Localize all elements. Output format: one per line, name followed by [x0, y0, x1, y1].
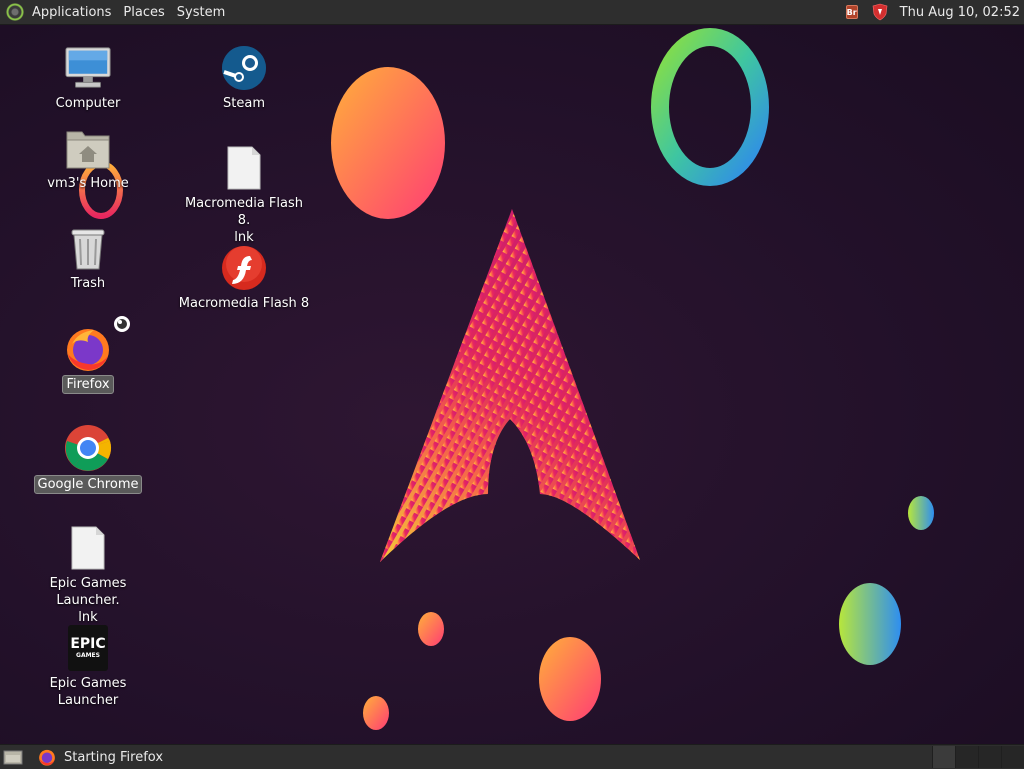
- workspace-3[interactable]: [978, 746, 1001, 768]
- desktop-icon-google-chrome[interactable]: Google Chrome: [18, 424, 158, 494]
- taskbar-task-firefox[interactable]: Starting Firefox: [38, 748, 163, 766]
- clock[interactable]: Thu Aug 10, 02:52: [896, 5, 1024, 20]
- workspace-4[interactable]: [1001, 746, 1024, 768]
- places-menu-label: Places: [123, 4, 165, 20]
- applications-menu-label: Applications: [32, 4, 112, 20]
- firefox-icon: [39, 749, 55, 766]
- tray-app-icon[interactable]: Br: [845, 4, 864, 20]
- file-icon: [64, 524, 112, 572]
- mate-logo-icon: [6, 3, 24, 21]
- steam-icon: [220, 44, 268, 92]
- desktop-icon-steam[interactable]: Steam: [174, 44, 314, 112]
- tray-app-badge: Br: [845, 5, 858, 19]
- desktop-icon-home[interactable]: vm3's Home: [18, 124, 158, 192]
- epic-logo-line1: EPIC: [70, 635, 106, 652]
- trash-icon: [64, 224, 112, 272]
- desktop-icon-epic-games-lnk[interactable]: Epic Games Launcher. lnk: [18, 524, 158, 626]
- applications-menu[interactable]: Applications: [0, 0, 117, 24]
- desktop-icon-label: Macromedia Flash 8. lnk: [184, 196, 304, 245]
- system-menu-label: System: [176, 4, 226, 20]
- desktop-icon-label: Epic Games Launcher. lnk: [49, 576, 127, 625]
- firefox-icon: [64, 316, 130, 372]
- desktop-icon-firefox[interactable]: Firefox: [18, 316, 158, 394]
- show-desktop-icon: [3, 750, 23, 765]
- loading-indicator-icon: [114, 316, 130, 332]
- workspace-1[interactable]: [932, 746, 955, 768]
- epic-logo-line2: GAMES: [76, 651, 100, 659]
- desktop-icon-label: Google Chrome: [33, 475, 143, 494]
- top-panel: Applications Places System Br Thu Aug 10…: [0, 0, 1024, 25]
- desktop-icon-label: Steam: [223, 96, 265, 111]
- computer-icon: [64, 44, 112, 92]
- home-folder-icon: [64, 124, 112, 172]
- desktop-icon-label: Epic Games Launcher: [49, 676, 127, 708]
- chrome-icon: [64, 424, 112, 472]
- flash-icon: [220, 244, 268, 292]
- epic-games-icon: EPIC GAMES: [64, 624, 112, 672]
- bottom-panel: Starting Firefox: [0, 744, 1024, 769]
- show-desktop-button[interactable]: [2, 748, 24, 766]
- file-icon: [220, 144, 268, 192]
- taskbar-task-label: Starting Firefox: [64, 749, 164, 765]
- shield-icon[interactable]: [872, 3, 888, 21]
- desktop-icon-epic-games-launcher[interactable]: EPIC GAMES Epic Games Launcher: [18, 624, 158, 709]
- desktop-icon-label: Trash: [70, 276, 106, 291]
- places-menu[interactable]: Places: [117, 0, 170, 24]
- desktop-icon-flash-lnk[interactable]: Macromedia Flash 8. lnk: [174, 144, 314, 246]
- desktop-icon-macromedia-flash[interactable]: Macromedia Flash 8: [174, 244, 314, 312]
- system-menu[interactable]: System: [171, 0, 231, 24]
- desktop-icon-label: vm3's Home: [47, 176, 129, 191]
- desktop-icon-trash[interactable]: Trash: [18, 224, 158, 292]
- desktop-icon-label: Computer: [55, 96, 121, 111]
- workspace-2[interactable]: [955, 746, 978, 768]
- desktop-icon-computer[interactable]: Computer: [18, 44, 158, 112]
- desktop-icon-label: Firefox: [62, 375, 114, 394]
- desktop-icon-label: Macromedia Flash 8: [178, 296, 310, 311]
